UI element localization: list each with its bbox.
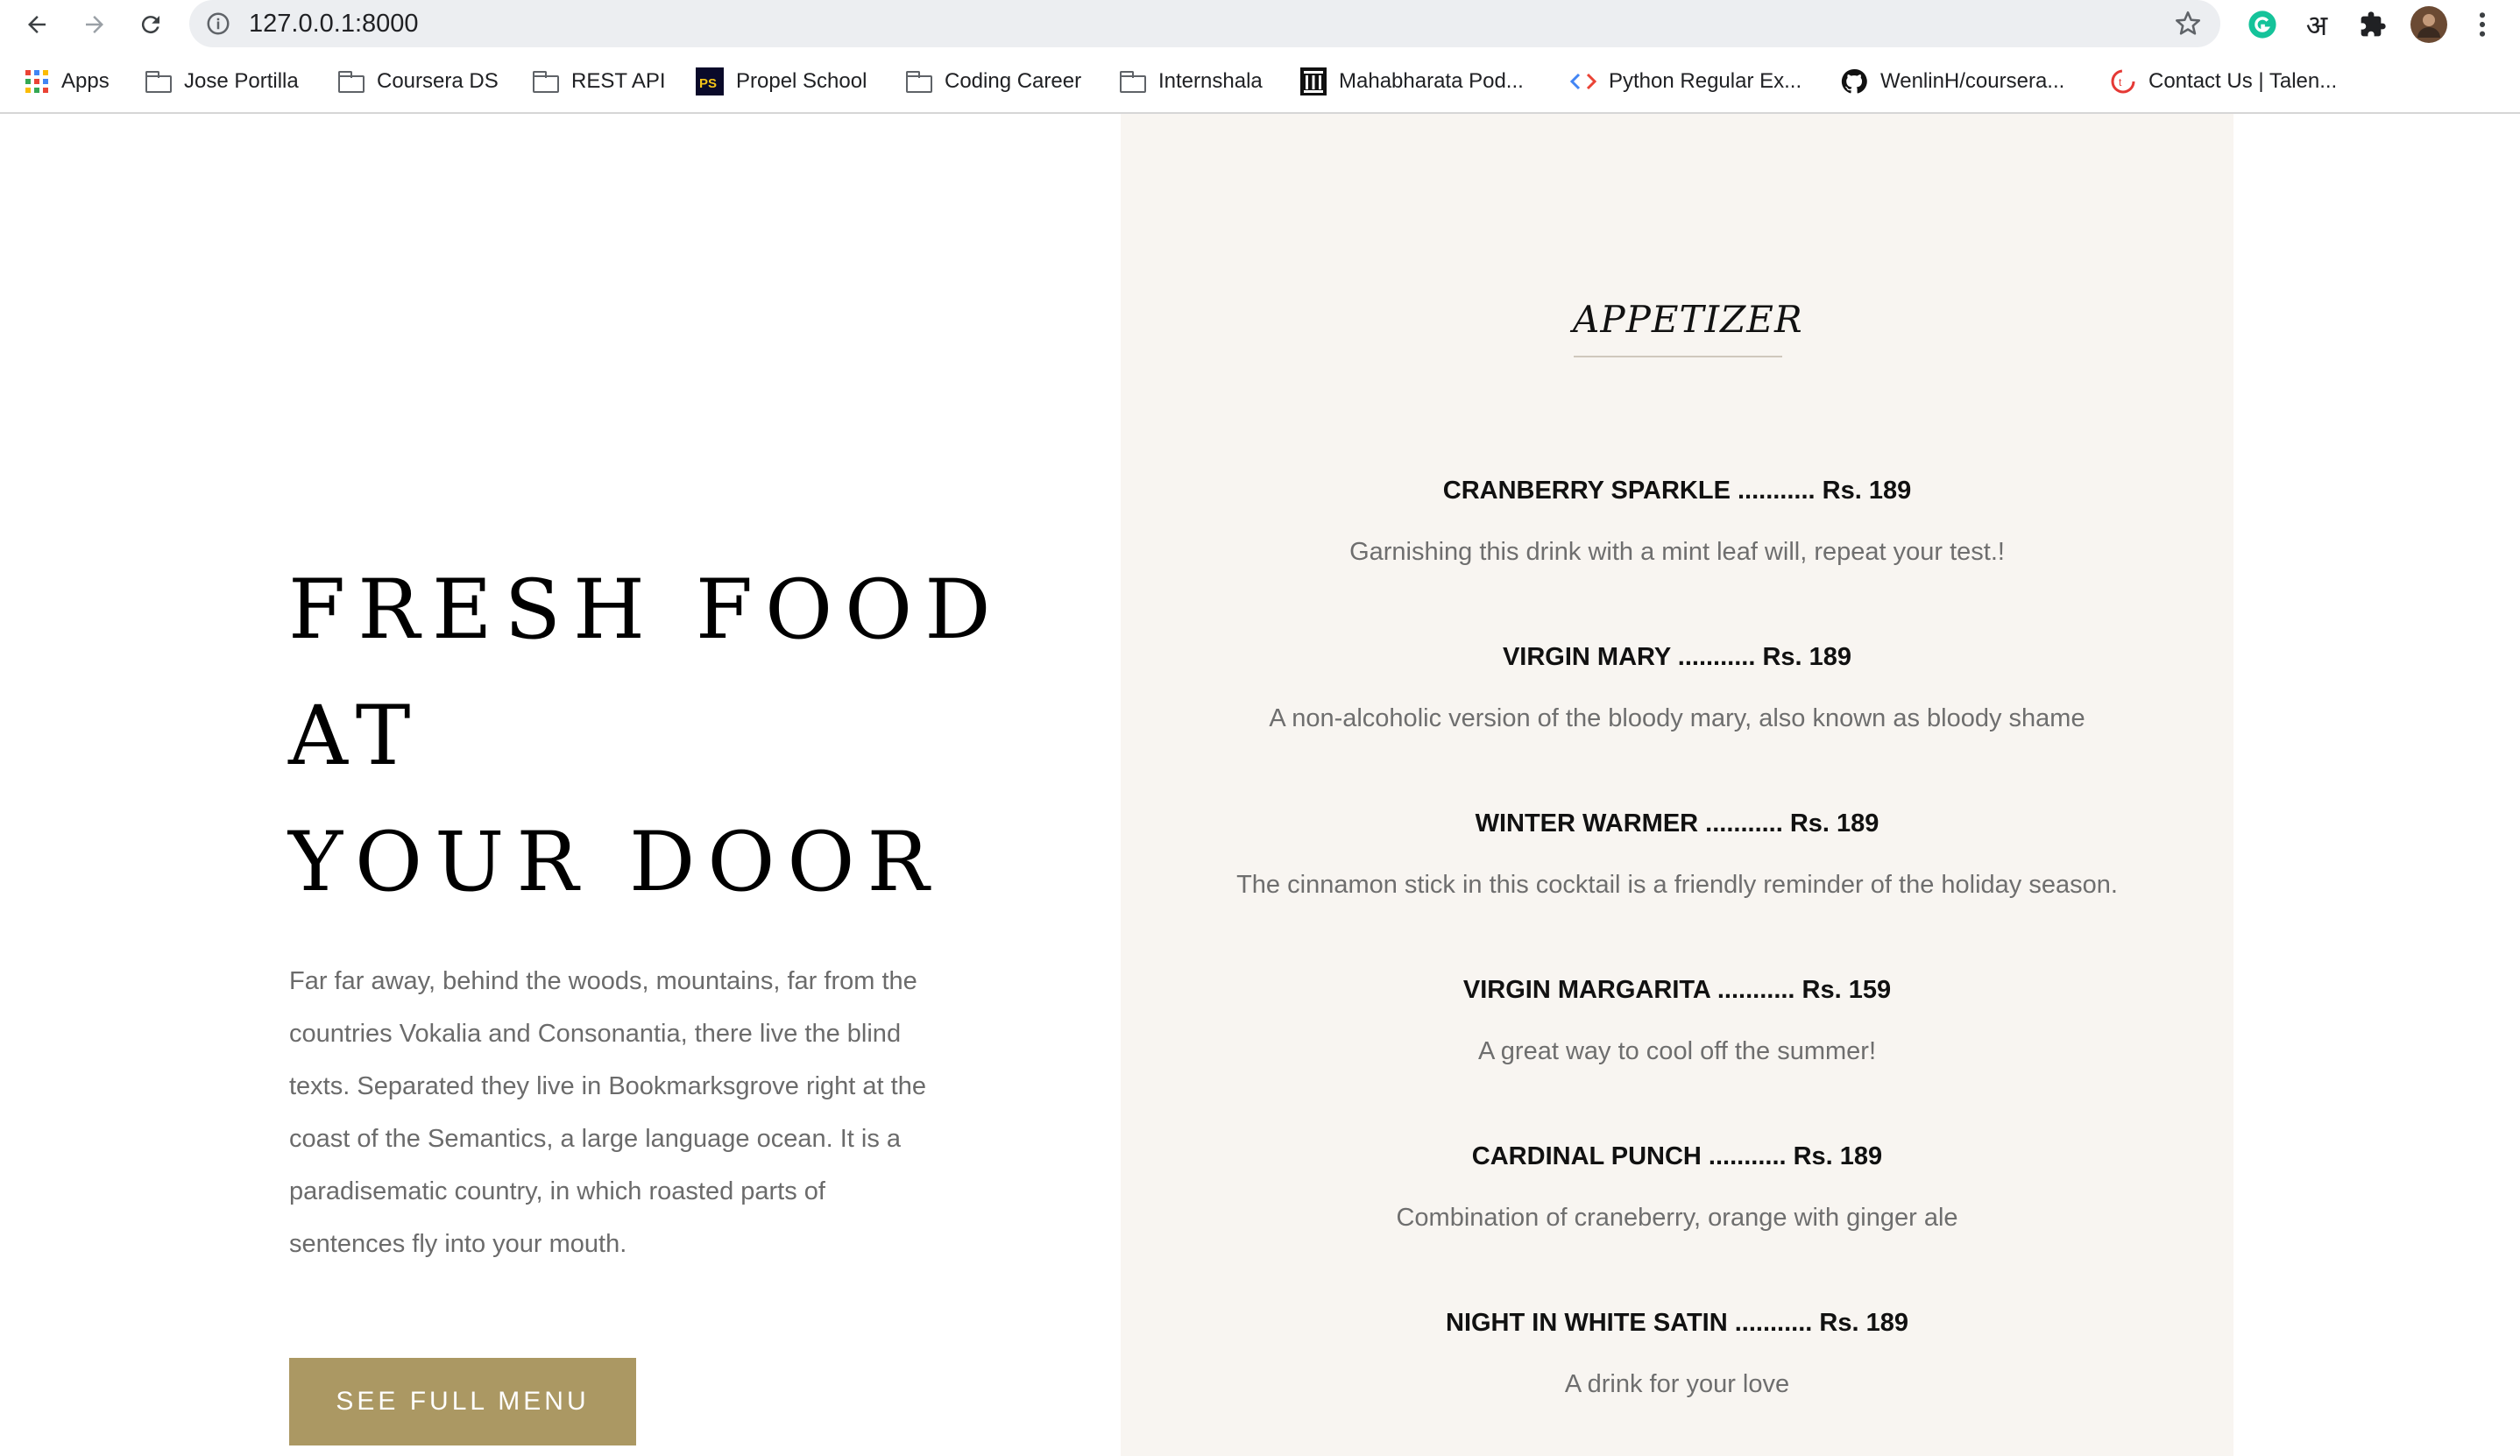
forward-arrow-icon [86, 16, 103, 33]
menu-item-name: WINTER WARMER ........... Rs. 189 [1475, 809, 1879, 838]
menu-item-name: CRANBERRY SPARKLE ........... Rs. 189 [1442, 477, 1912, 505]
menu-item-name: NIGHT IN WHITE SATIN ........... Rs. 189 [1446, 1309, 1908, 1337]
bookmark-label: Apps [61, 69, 110, 93]
hero-title-line-3: YOUR DOOR [288, 815, 942, 910]
bookmark-label: Python Regular Ex... [1609, 69, 1802, 93]
bookmark-label: REST API [571, 69, 666, 93]
bookmarks-bar: Apps Jose Portilla Coursera DS REST API … [0, 63, 2520, 100]
menu-item-description: A non-alcoholic version of the bloody ma… [1269, 704, 2085, 732]
hero-paragraph-line: sentences fly into your mouth. [289, 1230, 627, 1258]
apps-grid-icon [25, 69, 49, 94]
hero-paragraph-line: paradisematic country, in which roasted … [289, 1177, 825, 1205]
extensions-puzzle-icon[interactable] [2355, 7, 2390, 42]
site-info-icon[interactable] [205, 11, 231, 41]
web-page: FRESH FOOD AT YOUR DOOR Far far away, be… [0, 114, 2520, 1456]
address-bar[interactable]: 127.0.0.1:8000 [189, 0, 2220, 47]
hero-paragraph-line: texts. Separated they live in Bookmarksg… [289, 1072, 926, 1100]
menu-item-name: VIRGIN MARY ........... Rs. 189 [1502, 643, 1852, 671]
browser-menu-icon[interactable] [2469, 7, 2495, 42]
bookmark-label: Propel School [736, 69, 867, 93]
reload-button[interactable] [133, 7, 168, 42]
bookmark-coursera-ds[interactable]: Coursera DS [338, 63, 499, 100]
hindi-input-extension-icon[interactable]: अ [2299, 7, 2334, 42]
code-icon [1570, 71, 1596, 92]
menu-item-name: CARDINAL PUNCH ........... Rs. 189 [1471, 1142, 1883, 1170]
browser-chrome: 127.0.0.1:8000 अ Apps Jose Portilla Cour… [0, 0, 2520, 114]
folder-icon [533, 71, 559, 93]
temple-icon [1300, 67, 1327, 95]
menu-item-description: A great way to cool off the summer! [1477, 1037, 1877, 1065]
menu-item-description: Garnishing this drink with a mint leaf w… [1349, 538, 2005, 566]
hero-paragraph-line: Far far away, behind the woods, mountain… [289, 967, 917, 995]
bookmark-label: Jose Portilla [184, 69, 299, 93]
hero-paragraph-line: coast of the Semantics, a large language… [289, 1125, 902, 1153]
bookmark-label: WenlinH/coursera... [1880, 69, 2065, 93]
bookmark-rest-api[interactable]: REST API [533, 63, 666, 100]
section-title-underline [1574, 356, 1782, 357]
hero-title-line-1: FRESH FOOD [288, 562, 1003, 658]
menu-item-description: A drink for your love [1564, 1370, 1790, 1398]
bookmark-mahabharata-pod[interactable]: Mahabharata Pod... [1300, 63, 1524, 100]
talent-logo-icon: t [2110, 68, 2136, 95]
see-full-menu-button[interactable]: SEE FULL MENU [289, 1358, 636, 1445]
folder-icon [906, 71, 932, 93]
section-title-appetizer: APPETIZER [1573, 298, 1803, 341]
svg-text:t: t [2119, 76, 2122, 88]
bookmark-label: Mahabharata Pod... [1339, 69, 1524, 93]
bookmark-python-regex[interactable]: Python Regular Ex... [1570, 63, 1802, 100]
ps-logo-icon: PS [696, 67, 724, 95]
bookmark-star-icon[interactable] [2173, 9, 2203, 43]
hero-paragraph: Far far away, behind the woods, mountain… [289, 955, 955, 1270]
profile-avatar[interactable] [2410, 6, 2448, 43]
menu-item-description: Combination of craneberry, orange with g… [1396, 1204, 1958, 1232]
bookmark-contact-us-talent[interactable]: t Contact Us | Talen... [2110, 63, 2337, 100]
bookmark-coding-career[interactable]: Coding Career [906, 63, 1081, 100]
bookmark-jose-portilla[interactable]: Jose Portilla [145, 63, 299, 100]
back-arrow-icon [28, 16, 46, 33]
folder-icon [145, 71, 172, 93]
bookmark-label: Internshala [1158, 69, 1263, 93]
bookmark-label: Coding Career [945, 69, 1082, 93]
grammarly-extension-icon[interactable] [2245, 7, 2280, 42]
bookmark-label: Coursera DS [377, 69, 499, 93]
menu-item-name: VIRGIN MARGARITA ........... Rs. 159 [1462, 976, 1892, 1004]
forward-button[interactable] [77, 7, 112, 42]
hero-paragraph-line: countries Vokalia and Consonantia, there… [289, 1020, 902, 1048]
bookmark-propel-school[interactable]: PS Propel School [696, 63, 867, 100]
folder-icon [1120, 71, 1146, 93]
url-text[interactable]: 127.0.0.1:8000 [249, 10, 419, 39]
hero-title-line-2: AT [288, 689, 423, 784]
back-button[interactable] [19, 7, 54, 42]
bookmark-label: Contact Us | Talen... [2148, 69, 2338, 93]
bookmark-apps[interactable]: Apps [25, 63, 110, 100]
bookmark-github-coursera[interactable]: WenlinH/coursera... [1840, 63, 2064, 100]
bookmark-internshala[interactable]: Internshala [1120, 63, 1263, 100]
svg-text:PS: PS [699, 76, 717, 91]
menu-item-description: The cinnamon stick in this cocktail is a… [1236, 871, 2118, 899]
folder-icon [338, 71, 365, 93]
github-icon [1840, 67, 1868, 95]
reload-icon [141, 16, 159, 34]
